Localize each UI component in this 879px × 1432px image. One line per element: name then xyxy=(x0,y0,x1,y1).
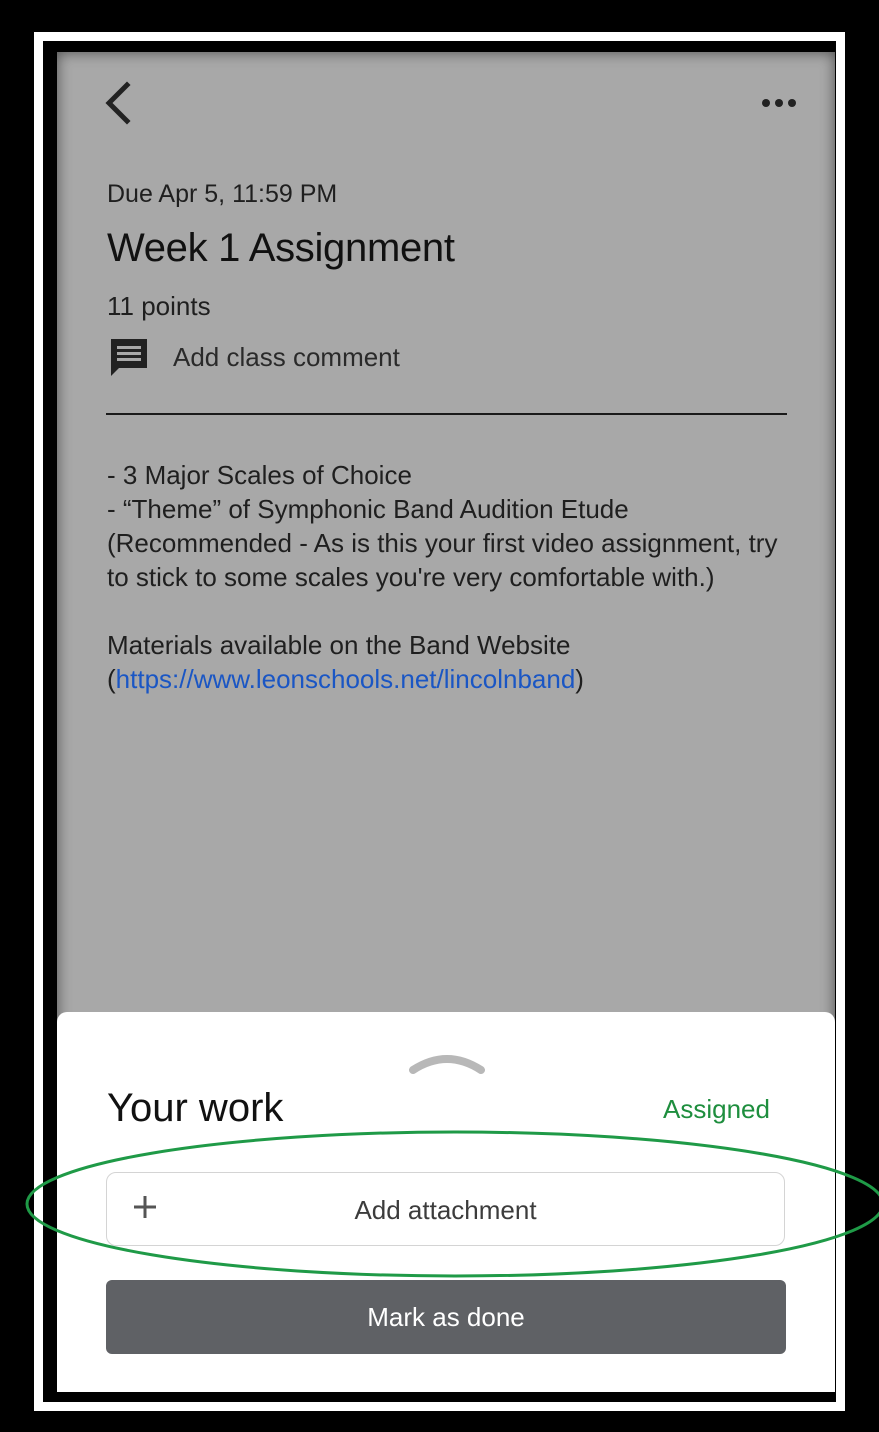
comment-icon xyxy=(107,335,153,379)
add-class-comment-button[interactable]: Add class comment xyxy=(107,335,527,379)
band-website-link[interactable]: https://www.leonschools.net/lincolnband xyxy=(116,664,576,694)
chevron-up-icon xyxy=(409,1055,485,1074)
materials-suffix: ) xyxy=(575,664,584,694)
description-line: - “Theme” of Symphonic Band Audition Etu… xyxy=(107,494,629,524)
back-button[interactable] xyxy=(92,76,144,130)
more-options-button[interactable] xyxy=(752,88,806,118)
assignment-title: Week 1 Assignment xyxy=(107,226,455,270)
chevron-left-icon xyxy=(105,81,131,125)
description-line: (Recommended - As is this your first vid… xyxy=(107,528,778,592)
more-horizontal-icon xyxy=(762,99,796,107)
status-badge: Assigned xyxy=(663,1094,770,1124)
your-work-heading: Your work xyxy=(107,1086,284,1130)
description-line: - 3 Major Scales of Choice xyxy=(107,460,412,490)
section-divider xyxy=(106,413,787,415)
mark-as-done-button[interactable]: Mark as done xyxy=(106,1280,786,1354)
due-date: Due Apr 5, 11:59 PM xyxy=(107,180,338,208)
expand-sheet-handle[interactable] xyxy=(409,1046,485,1074)
add-attachment-button[interactable]: Add attachment xyxy=(106,1172,785,1246)
add-attachment-label: Add attachment xyxy=(354,1195,537,1225)
add-class-comment-label: Add class comment xyxy=(173,341,400,372)
materials-line: Materials available on the Band Website … xyxy=(107,628,797,696)
assignment-description: - 3 Major Scales of Choice - “Theme” of … xyxy=(107,458,797,696)
assignment-points: 11 points xyxy=(107,291,211,321)
